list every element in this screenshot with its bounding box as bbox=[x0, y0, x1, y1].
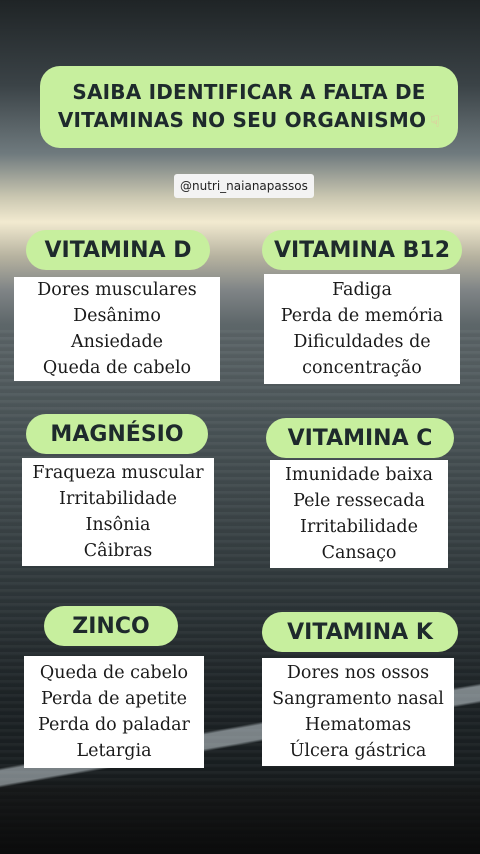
symptom: Câibras bbox=[83, 541, 153, 561]
card-vitamina-c: Imunidade baixa Pele ressecada Irritabil… bbox=[270, 460, 448, 568]
symptom: Imunidade baixa bbox=[285, 465, 433, 485]
symptom: Cansaço bbox=[321, 543, 397, 563]
title-banner: SAIBA IDENTIFICAR A FALTA DE VITAMINAS N… bbox=[40, 66, 458, 148]
card-vitamina-d: Dores musculares Desânimo Ansiedade Qued… bbox=[14, 277, 220, 381]
symptom: Irritabilidade bbox=[300, 517, 418, 537]
symptom: Queda de cabelo bbox=[42, 358, 192, 378]
card-title-vitamina-k: VITAMINA K bbox=[262, 612, 458, 652]
card-magnesio: Fraqueza muscular Irritabilidade Insônia… bbox=[22, 458, 214, 566]
symptom: Desânimo bbox=[73, 306, 161, 326]
card-vitamina-k: Dores nos ossos Sangramento nasal Hemato… bbox=[262, 658, 454, 766]
symptom: Dores musculares bbox=[37, 280, 197, 300]
card-title-vitamina-d: VITAMINA D bbox=[26, 230, 210, 270]
card-title-vitamina-b12: VITAMINA B12 bbox=[262, 230, 462, 270]
symptom: Irritabilidade bbox=[59, 489, 177, 509]
symptom: Perda do paladar bbox=[38, 715, 190, 735]
symptom: Dores nos ossos bbox=[286, 663, 430, 683]
symptom: Insônia bbox=[85, 515, 151, 535]
symptom: Ansiedade bbox=[70, 332, 164, 352]
card-title-vitamina-c: VITAMINA C bbox=[266, 418, 454, 458]
pointing-hand-icon: ☟ bbox=[430, 112, 441, 131]
card-title-zinco: ZINCO bbox=[44, 606, 178, 646]
symptom: Fraqueza muscular bbox=[32, 463, 204, 483]
title-line-2-text: VITAMINAS NO SEU ORGANISMO bbox=[57, 108, 427, 132]
symptom: Dificuldades de bbox=[293, 332, 431, 352]
symptom: Perda de apetite bbox=[40, 689, 188, 709]
author-handle[interactable]: @nutri_naianapassos bbox=[174, 174, 314, 198]
title-line-2: VITAMINAS NO SEU ORGANISMO ☟ bbox=[58, 106, 440, 136]
symptom: Queda de cabelo bbox=[39, 663, 189, 683]
card-vitamina-b12: Fadiga Perda de memória Dificuldades de … bbox=[264, 274, 460, 384]
symptom: Perda de memória bbox=[280, 306, 444, 326]
symptom: Fadiga bbox=[332, 280, 392, 300]
symptom: Sangramento nasal bbox=[272, 689, 444, 709]
symptom: Hematomas bbox=[304, 715, 412, 735]
symptom: Letargia bbox=[76, 741, 152, 761]
symptom: Úlcera gástrica bbox=[289, 741, 427, 761]
symptom: concentração bbox=[302, 358, 422, 378]
symptom: Pele ressecada bbox=[293, 491, 425, 511]
card-title-magnesio: MAGNÉSIO bbox=[26, 414, 208, 454]
card-zinco: Queda de cabelo Perda de apetite Perda d… bbox=[24, 656, 204, 768]
title-line-1: SAIBA IDENTIFICAR A FALTA DE bbox=[72, 80, 426, 104]
